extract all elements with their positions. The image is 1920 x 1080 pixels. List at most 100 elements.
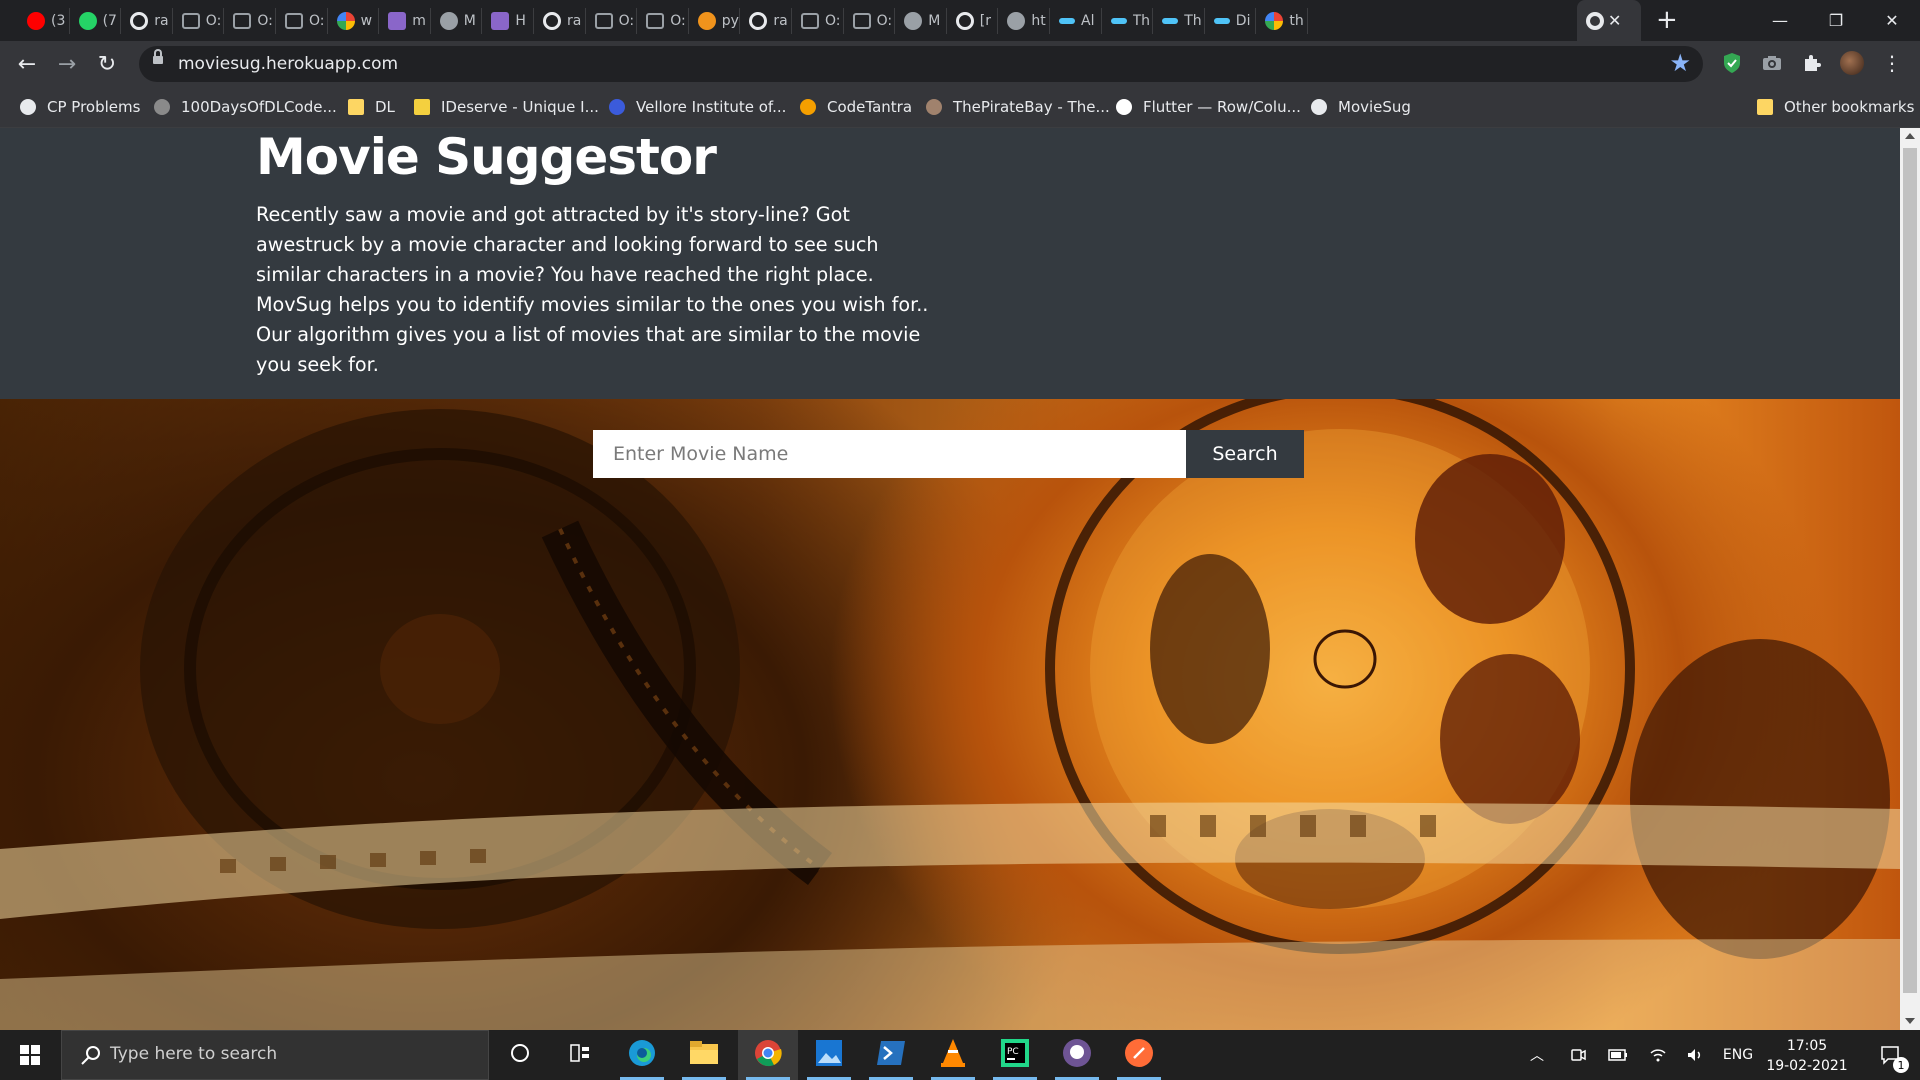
bookmark-item[interactable]: Vellore Institute of... <box>609 98 786 116</box>
globe-icon <box>1586 11 1604 30</box>
shield-extension-icon[interactable] <box>1720 51 1744 75</box>
tab[interactable]: m <box>379 8 431 34</box>
page-scrollbar[interactable] <box>1900 128 1920 1030</box>
file-explorer-taskbar-button[interactable] <box>674 1030 734 1080</box>
bookmark-item[interactable]: ThePirateBay - The... <box>926 98 1110 116</box>
tab[interactable]: M <box>895 8 947 34</box>
minimize-button[interactable]: — <box>1752 0 1808 40</box>
tab-title: M <box>463 13 476 29</box>
vlc-icon <box>939 1038 967 1072</box>
ideserve-icon <box>414 99 430 115</box>
postman-taskbar-button[interactable] <box>1109 1030 1169 1080</box>
bookmark-label: DL <box>375 98 395 116</box>
url-text[interactable]: moviesug.herokuapp.com <box>178 54 398 74</box>
photos-taskbar-button[interactable] <box>799 1030 859 1080</box>
menu-dots-icon[interactable]: ⋮ <box>1880 51 1904 75</box>
scroll-down-arrow-icon[interactable] <box>1905 1018 1915 1024</box>
clock[interactable]: 17:05 19-02-2021 <box>1762 1036 1852 1076</box>
clock-date: 19-02-2021 <box>1766 1058 1848 1074</box>
tab[interactable]: ra <box>534 8 586 34</box>
edge-taskbar-button[interactable] <box>612 1030 672 1080</box>
google-icon <box>1265 12 1284 30</box>
tab[interactable]: w <box>328 8 380 34</box>
windows-taskbar: Type here to search PC ︿ ENG 17:05 19-02… <box>0 1030 1920 1080</box>
tab-title: O: <box>670 13 686 29</box>
bookmark-item[interactable]: IDeserve - Unique I... <box>414 98 599 116</box>
tab[interactable]: th <box>1256 8 1308 34</box>
task-view-taskbar-button[interactable] <box>550 1030 610 1080</box>
bookmark-item[interactable]: CodeTantra <box>800 98 912 116</box>
wifi-icon[interactable] <box>1643 1030 1673 1080</box>
bookmark-item[interactable]: Flutter — Row/Colu... <box>1116 98 1301 116</box>
tab[interactable]: (3 <box>18 8 70 34</box>
tab-active[interactable]: ✕ <box>1577 0 1641 41</box>
bookmark-label: CP Problems <box>47 98 141 116</box>
tab[interactable]: H <box>482 8 534 34</box>
vlc-taskbar-button[interactable] <box>923 1030 983 1080</box>
lock-icon[interactable] <box>153 49 163 64</box>
pycharm-taskbar-button[interactable]: PC <box>985 1030 1045 1080</box>
tab[interactable]: O: <box>844 8 896 34</box>
avatar[interactable] <box>1840 51 1864 75</box>
tab[interactable]: O: <box>173 8 225 34</box>
start-button[interactable] <box>0 1030 60 1080</box>
dash-icon <box>1059 18 1075 24</box>
meet-now-icon[interactable] <box>1563 1030 1593 1080</box>
tab[interactable]: py <box>689 8 741 34</box>
other-bookmarks[interactable]: Other bookmarks <box>1757 98 1914 116</box>
bookmark-star-icon[interactable]: ★ <box>1669 49 1691 77</box>
tab[interactable]: O: <box>276 8 328 34</box>
show-hidden-icons-icon[interactable]: ︿ <box>1522 1030 1552 1080</box>
language-indicator[interactable]: ENG <box>1716 1030 1760 1080</box>
tab[interactable]: Al <box>1050 8 1102 34</box>
tab[interactable]: Th <box>1153 8 1205 34</box>
tab[interactable]: ra <box>121 8 173 34</box>
taskbar-search-box[interactable]: Type here to search <box>61 1030 489 1080</box>
movie-search-input[interactable] <box>593 430 1186 478</box>
restore-button[interactable]: ❐ <box>1808 0 1864 40</box>
battery-icon[interactable] <box>1603 1030 1633 1080</box>
tab[interactable]: ra <box>740 8 792 34</box>
github-icon <box>130 12 149 30</box>
bookmark-label: IDeserve - Unique I... <box>441 98 599 116</box>
reload-button[interactable]: ↻ <box>92 49 122 79</box>
tab[interactable]: O: <box>224 8 276 34</box>
address-bar[interactable]: moviesug.herokuapp.com ★ <box>139 46 1703 82</box>
camera-extension-icon[interactable] <box>1760 51 1784 75</box>
forward-button[interactable]: → <box>52 49 82 79</box>
back-button[interactable]: ← <box>12 49 42 79</box>
bookmark-item[interactable]: CP Problems <box>20 98 140 116</box>
bookmark-item[interactable]: MovieSug <box>1311 98 1411 116</box>
page-title: Movie Suggestor <box>256 128 717 186</box>
powershell-taskbar-button[interactable] <box>861 1030 921 1080</box>
cortana-taskbar-button[interactable] <box>490 1030 550 1080</box>
chrome-taskbar-button[interactable] <box>738 1030 798 1080</box>
notification-center-button[interactable]: 1 <box>1866 1030 1916 1080</box>
bookmark-item[interactable]: 100DaysOfDLCode... <box>154 98 337 116</box>
new-tab-button[interactable]: + <box>1656 7 1678 33</box>
tab[interactable]: O: <box>637 8 689 34</box>
volume-icon[interactable] <box>1680 1030 1710 1080</box>
folder-icon <box>348 99 364 115</box>
pycharm-icon: PC <box>1001 1039 1029 1071</box>
close-window-button[interactable]: ✕ <box>1864 0 1920 40</box>
github-desktop-taskbar-button[interactable] <box>1047 1030 1107 1080</box>
close-tab-icon[interactable]: ✕ <box>1608 11 1621 30</box>
folder-icon <box>1757 99 1773 115</box>
search-button[interactable]: Search <box>1186 430 1304 478</box>
tab[interactable]: Di <box>1205 8 1257 34</box>
tab[interactable]: (7 <box>70 8 122 34</box>
tab[interactable]: O: <box>586 8 638 34</box>
scrollbar-thumb[interactable] <box>1903 148 1917 993</box>
tab-title: m <box>412 13 426 29</box>
tab[interactable]: [r <box>947 8 999 34</box>
tab[interactable]: O: <box>792 8 844 34</box>
tab[interactable]: ht <box>998 8 1050 34</box>
bookmark-item[interactable]: DL <box>348 98 395 116</box>
tab[interactable]: M <box>431 8 483 34</box>
postman-icon <box>1124 1038 1154 1072</box>
java-icon <box>697 12 716 30</box>
puzzle-extensions-icon[interactable] <box>1800 51 1824 75</box>
tab[interactable]: Th <box>1102 8 1154 34</box>
scroll-up-arrow-icon[interactable] <box>1905 133 1915 139</box>
